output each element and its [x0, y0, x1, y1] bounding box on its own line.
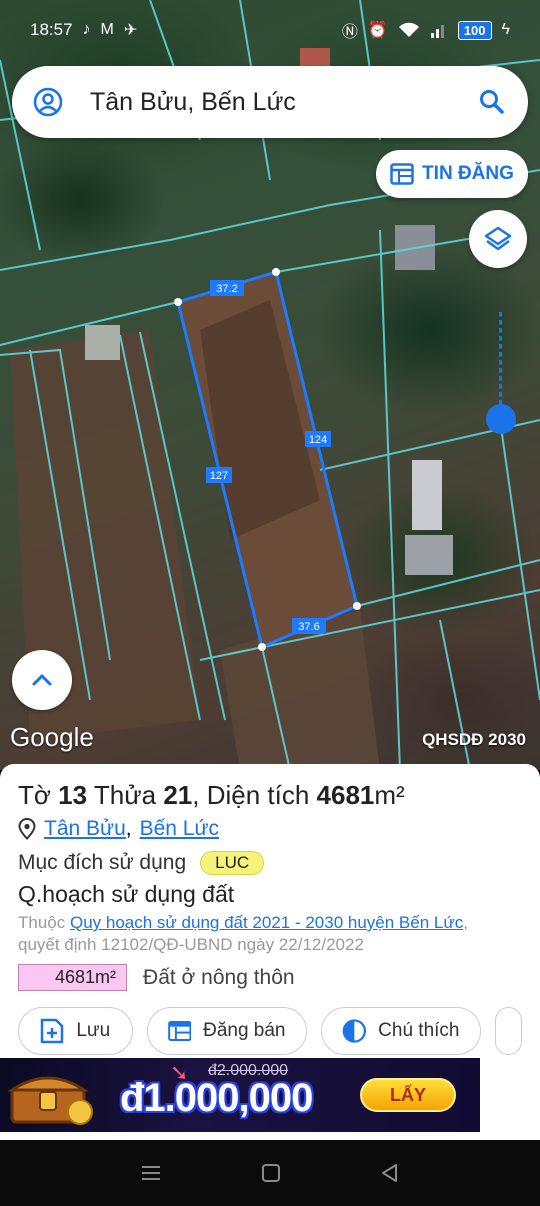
parcel-info-sheet: Tờ 13 Thửa 21, Diện tích 4681m² Tân Bửu,…	[0, 764, 540, 1058]
plan-reference: Thuộc Quy hoạch sử dụng đất 2021 - 2030 …	[18, 913, 468, 954]
save-label: Lưu	[76, 1020, 111, 1041]
listing-icon	[167, 1020, 191, 1042]
thua-value: 21	[163, 780, 193, 810]
legend-label: Chú thích	[378, 1020, 460, 1041]
plan-heading: Q.hoạch sử dụng đất	[18, 881, 235, 907]
location-row: Tân Bửu, Bến Lức	[18, 817, 522, 841]
building	[412, 460, 442, 530]
back-icon[interactable]	[380, 1163, 400, 1183]
purpose-label: Mục đích sử dụng	[18, 851, 187, 874]
location-pin-icon	[18, 818, 36, 840]
district-link[interactable]: Bến Lức	[140, 817, 219, 841]
legend-button[interactable]: Chú thích	[320, 1007, 481, 1055]
status-bar: 18:57 ♪ M ✈ Ⓝ ⏰ 100 ϟ	[0, 0, 540, 60]
to-label: Tờ	[18, 780, 51, 810]
more-button[interactable]	[494, 1007, 522, 1055]
chevron-up-icon	[32, 674, 52, 686]
listing-icon	[390, 163, 414, 185]
parcel-title: Tờ 13 Thửa 21, Diện tích 4681m²	[18, 780, 405, 810]
sell-label: Đăng bán	[203, 1020, 286, 1041]
belongs-prefix: Thuộc	[18, 913, 66, 932]
purpose-row: Mục đích sử dụng LUC	[18, 851, 522, 875]
area-label: Diện tích	[206, 780, 310, 810]
tin-dang-label: TIN ĐĂNG	[422, 163, 514, 184]
ad-claim-button[interactable]: LẤY	[360, 1078, 456, 1112]
search-title[interactable]: Tân Bửu, Bến Lức	[90, 88, 476, 117]
action-row: Lưu Đăng bán Chú thích	[18, 1007, 522, 1055]
gmail-icon: M	[100, 21, 114, 38]
layers-button[interactable]	[469, 210, 527, 268]
battery-indicator: 100	[457, 20, 492, 40]
system-nav-bar	[0, 1140, 540, 1206]
decision-text: quyết định 12102/QĐ-UBND ngày 22/12/2022	[18, 935, 364, 954]
account-icon[interactable]	[32, 86, 64, 118]
parcel-vertex[interactable]	[272, 268, 280, 276]
plan-link[interactable]: Quy hoạch sử dụng đất 2021 - 2030 huyện …	[70, 913, 463, 932]
save-button[interactable]: Lưu	[18, 1007, 133, 1055]
wifi-icon	[398, 22, 419, 37]
parcel-vertex[interactable]	[174, 298, 182, 306]
home-icon[interactable]	[261, 1163, 281, 1183]
nfc-icon: Ⓝ	[341, 24, 358, 41]
contrast-icon	[342, 1019, 366, 1043]
ad-banner[interactable]: ➘ đ2.000.000 đ1.000,000 LẤY	[0, 1058, 480, 1132]
signal-icon	[430, 25, 444, 38]
building	[85, 325, 120, 360]
tiktok-icon: ♪	[82, 21, 91, 38]
edge-label-top: 37.2	[216, 283, 237, 295]
opacity-slider-track[interactable]	[499, 312, 502, 418]
area-unit: m²	[374, 780, 405, 810]
satellite-map[interactable]: 37.2 124 127 37.6 18:57 ♪ M ✈ Ⓝ ⏰ 100 ϟ …	[0, 0, 540, 770]
opacity-slider-thumb[interactable]	[486, 404, 516, 434]
search-icon[interactable]	[476, 86, 508, 118]
charging-icon: ϟ	[501, 21, 510, 38]
clock: 18:57	[30, 20, 73, 39]
ad-strip: ➘ đ2.000.000 đ1.000,000 LẤY	[0, 1058, 540, 1140]
building	[405, 535, 453, 575]
google-logo: Google	[10, 722, 94, 752]
edge-label-left: 127	[210, 470, 228, 482]
search-bar[interactable]: Tân Bửu, Bến Lức	[12, 66, 528, 138]
recent-apps-icon[interactable]	[140, 1164, 162, 1182]
commune-link[interactable]: Tân Bửu	[44, 817, 126, 841]
to-value: 13	[58, 780, 88, 810]
purpose-badge: LUC	[200, 851, 265, 875]
zone-description: Đất ở nông thôn	[143, 965, 295, 989]
app-icon: ✈	[123, 22, 138, 39]
layers-icon	[484, 226, 512, 251]
alarm-icon: ⏰	[367, 22, 388, 39]
area-value: 4681	[316, 780, 375, 810]
edge-label-right: 124	[309, 434, 327, 446]
treasure-chest-icon	[8, 1076, 93, 1125]
thua-label: Thửa	[93, 780, 157, 810]
edge-label-bottom: 37.6	[298, 621, 319, 633]
parcel-vertex[interactable]	[258, 643, 266, 651]
plan-layer-label: QHSDĐ 2030	[422, 730, 526, 749]
parcel-vertex[interactable]	[353, 602, 361, 610]
sell-button[interactable]: Đăng bán	[146, 1007, 307, 1055]
expand-up-button[interactable]	[12, 650, 72, 710]
ad-new-price: đ1.000,000	[120, 1076, 313, 1120]
zone-area-badge: 4681m²	[18, 964, 128, 991]
tin-dang-button[interactable]: TIN ĐĂNG	[376, 150, 528, 198]
add-document-icon	[41, 1018, 64, 1044]
zone-row: 4681m² Đất ở nông thôn	[18, 964, 522, 991]
